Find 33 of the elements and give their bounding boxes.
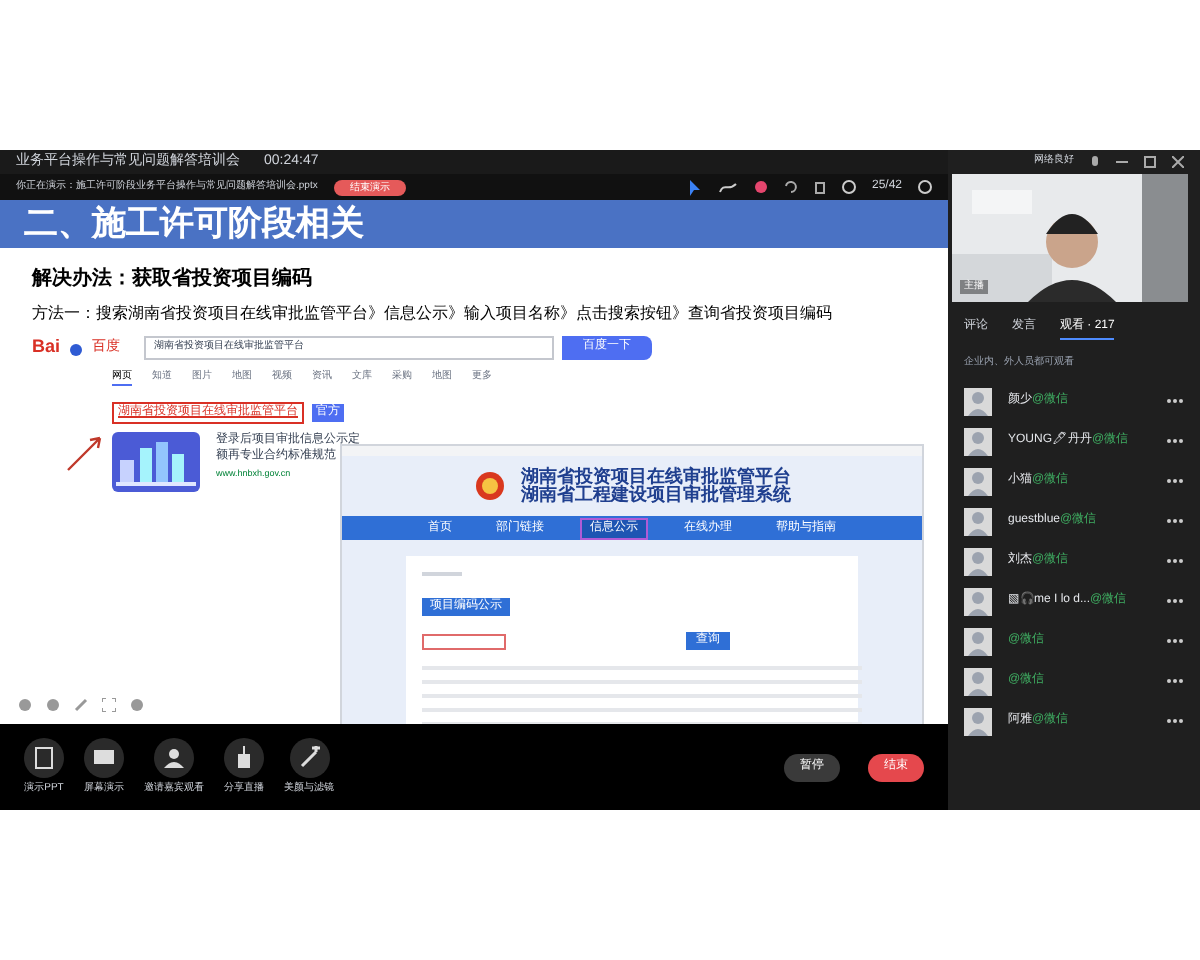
- close-icon[interactable]: [1172, 156, 1184, 168]
- emblem-icon: [473, 470, 505, 502]
- site-subtitle: 湖南省工程建设项目审批管理系统: [521, 486, 791, 504]
- focus-icon[interactable]: [102, 698, 116, 712]
- document-icon[interactable]: [24, 737, 64, 778]
- pen-icon[interactable]: [717, 180, 738, 194]
- avatar: [964, 667, 992, 695]
- avatar: [964, 627, 992, 655]
- undo-icon[interactable]: [783, 180, 798, 194]
- slide-heading: 解决办法：获取省投资项目编码: [32, 265, 314, 294]
- pointer-icon[interactable]: [687, 179, 702, 195]
- project-name-field[interactable]: [422, 633, 506, 649]
- minimize-icon[interactable]: [1116, 156, 1128, 168]
- avatar: [964, 587, 992, 615]
- arrow-drawing: [66, 432, 106, 472]
- avatar: [964, 387, 992, 415]
- avatar: [964, 507, 992, 535]
- slide-title: 二、施工许可阶段相关: [24, 202, 364, 247]
- site-title: 湖南省投资项目在线审批监管平台: [521, 468, 791, 486]
- slide-text: 方法一：搜索湖南省投资项目在线审批监管平台》信息公示》输入项目名称》点击搜索按钮》查询省投资项目编码: [32, 302, 832, 326]
- microphone-icon[interactable]: [1090, 155, 1100, 169]
- avatar: [964, 467, 992, 495]
- avatar: [964, 707, 992, 735]
- baidu-logo: Bai: [32, 334, 61, 360]
- avatar: [964, 547, 992, 575]
- record-icon[interactable]: [753, 180, 768, 194]
- circle-icon[interactable]: [46, 698, 60, 712]
- screen-icon[interactable]: [84, 737, 124, 778]
- maximize-icon[interactable]: [1144, 156, 1156, 168]
- circle-icon[interactable]: [18, 698, 32, 712]
- person-icon[interactable]: [154, 737, 194, 778]
- share-icon[interactable]: [224, 737, 264, 778]
- avatar: [964, 427, 992, 455]
